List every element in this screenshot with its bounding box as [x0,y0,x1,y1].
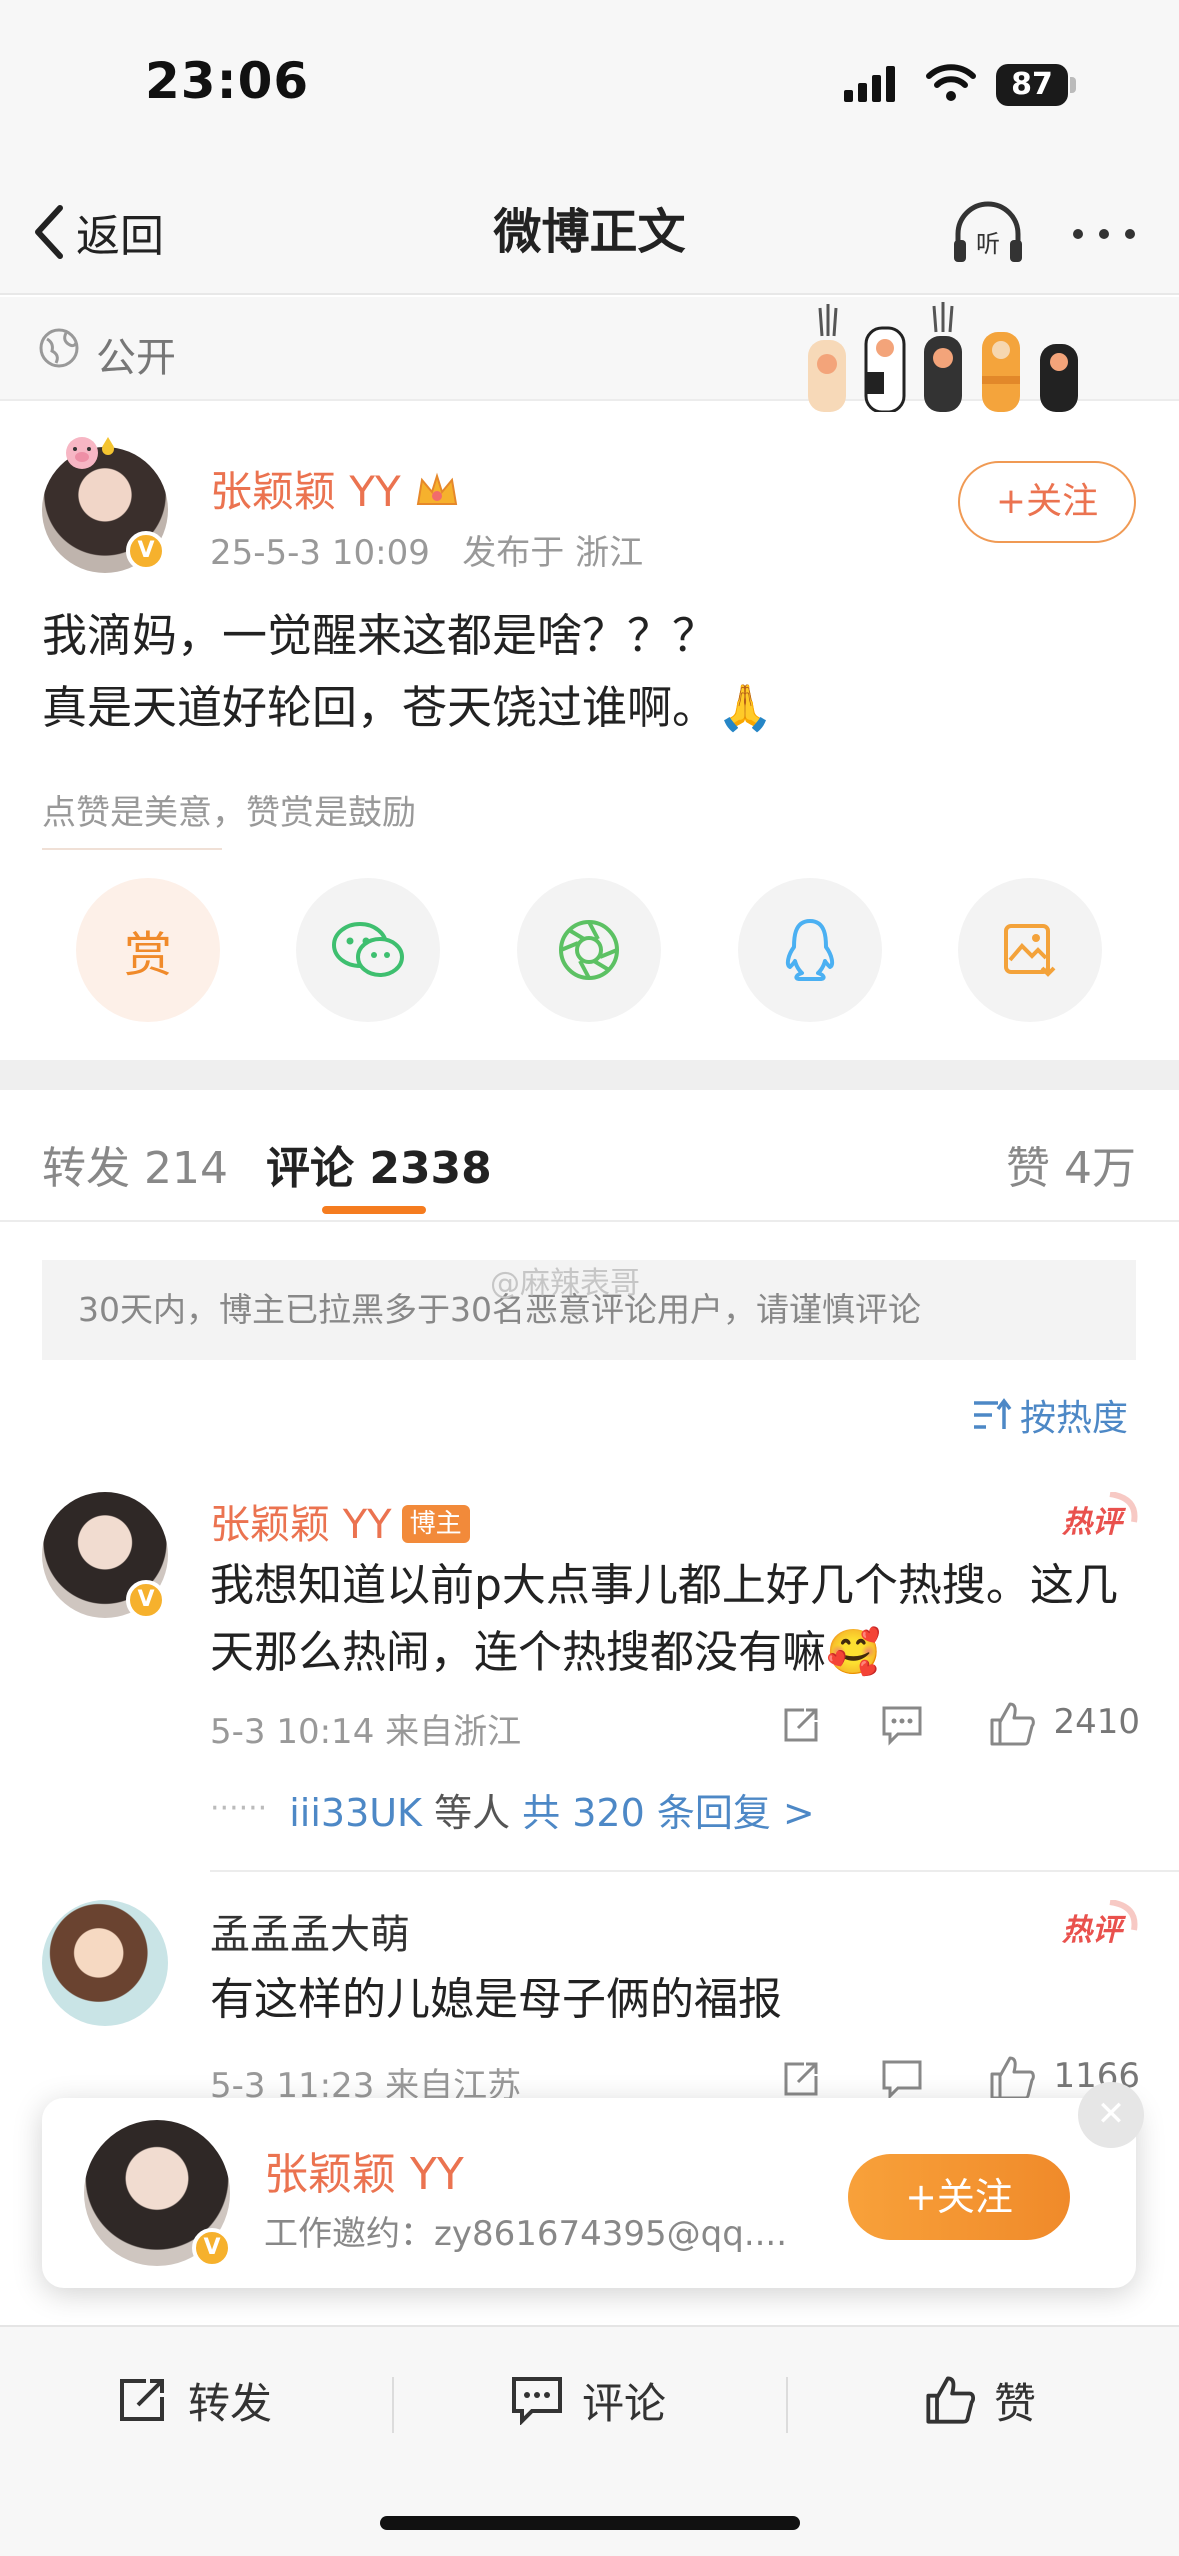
author-badge: 博主 [401,1505,470,1543]
globe-icon [39,328,79,368]
status-bar: 23:06 87 [0,0,1179,170]
comment-button[interactable]: 评论 [510,2365,666,2435]
sort-icon [974,1398,1012,1429]
verified-badge-icon: V [192,2228,232,2268]
follow-button[interactable]: +关注 [958,461,1136,543]
cellular-signal-icon [844,66,895,102]
share-row: 赏 [0,878,1179,1022]
listen-headphones-icon[interactable]: 听 [950,200,1026,266]
wechat-icon [332,922,404,977]
more-options-icon[interactable] [1068,214,1140,254]
svg-text:热评: 热评 [1061,1913,1127,1948]
moments-aperture-icon [559,920,619,980]
commenter-name[interactable]: 孟孟孟大萌 [210,1902,410,1960]
post-text: 我滴妈，一觉醒来这都是啥？？？ 真是天道好轮回，苍天饶过谁啊。🙏 [42,609,774,734]
praise-hint-underline [42,848,222,850]
section-divider [0,1060,1179,1090]
wifi-icon [926,64,976,101]
comment-icon [512,2377,562,2425]
commenter-name[interactable]: 张颖颖 YY 博主 [210,1492,470,1550]
separator [786,2377,788,2433]
comment-text: 我想知道以前p大点事儿都上好几个热搜。这几天那么热闹，连个热搜都没有嘛🥰 [210,1560,1118,1678]
visibility-label: 公开 [96,335,176,381]
repost-icon [120,2379,164,2421]
popup-follow-button[interactable]: +关注 [848,2154,1070,2240]
like-count: 2410 [1053,1702,1140,1742]
post-author-name[interactable]: 张颖颖 YY [210,458,460,519]
repost-button[interactable]: 转发 [116,2365,272,2435]
pig-ornament-icon [66,437,114,469]
comment-icon[interactable] [880,1704,924,1746]
verified-badge-icon: V [126,1580,166,1620]
watermark: @麻辣表哥 [490,1266,640,1301]
tab-likes[interactable]: 赞 4万 [1006,1132,1136,1196]
comment-icon[interactable] [880,2058,924,2100]
post-time: 25-5-3 10:09 [210,533,430,573]
comment-actions: 2410 [780,1700,1140,1750]
view-replies-link[interactable]: ······ iii33UK 等人 共 320 条回复 > [210,1782,815,1837]
clock: 23:06 [145,52,310,110]
cat-paws-decoration [808,302,1078,412]
hot-comment-tag-icon: 热评 [1061,1492,1138,1540]
post-location: 发布于 浙江 [462,533,644,573]
tab-reposts[interactable]: 转发 214 [42,1132,228,1196]
battery-level: 87 [996,64,1068,106]
reward-label: 赏 [123,927,172,983]
hot-comment-tag-icon: 热评 [1061,1900,1138,1948]
like-thumb-icon[interactable] [988,2054,1036,2102]
praise-hint: 点赞是美意，赞赏是鼓励 [42,793,416,833]
tab-comments[interactable]: 评论 2338 [266,1132,492,1196]
active-tab-indicator [322,1206,426,1214]
like-thumb-icon[interactable] [988,1700,1036,1748]
popup-subtitle: 工作邀约：zy861674395@qq.... [264,2214,788,2254]
post-meta: 25-5-3 10:09 发布于 浙江 [210,525,643,574]
share-wechat-button[interactable] [296,878,440,1022]
like-thumb-icon [926,2376,975,2424]
nav-bar: 返回 微博正文 听 [0,170,1179,295]
home-indicator [380,2516,800,2530]
sort-by-heat-button[interactable]: 按热度 [972,1390,1128,1440]
save-image-icon [1004,924,1056,977]
reward-button[interactable]: 赏 [76,878,220,1022]
popup-name: 张颖颖 YY [264,2149,464,2200]
interaction-tabs: 转发 214 评论 2338 赞 4万 [0,1090,1179,1222]
svg-text:听: 听 [976,230,1000,258]
separator [392,2377,394,2433]
comment-divider [210,1870,1179,1872]
commenter-avatar[interactable] [42,1900,168,2026]
comment-meta: 5-3 10:14 来自浙江 [210,1712,522,1752]
close-icon[interactable]: ✕ [1078,2082,1144,2148]
save-image-button[interactable] [958,878,1102,1022]
comment-text: 有这样的儿媳是母子俩的福报 [210,1974,782,2025]
verified-badge-icon: V [126,531,166,571]
share-moments-button[interactable] [517,878,661,1022]
repost-icon[interactable] [780,1704,822,1746]
crown-icon [416,472,458,505]
svg-text:热评: 热评 [1061,1505,1127,1540]
battery-icon: 87 [996,64,1076,106]
share-qq-button[interactable] [738,878,882,1022]
repost-icon[interactable] [780,2058,822,2100]
follow-suggestion-card: V 张颖颖 YY 工作邀约：zy861674395@qq.... +关注 [42,2098,1136,2288]
qq-penguin-icon [785,919,835,981]
like-button[interactable]: 赞 [924,2365,1036,2435]
